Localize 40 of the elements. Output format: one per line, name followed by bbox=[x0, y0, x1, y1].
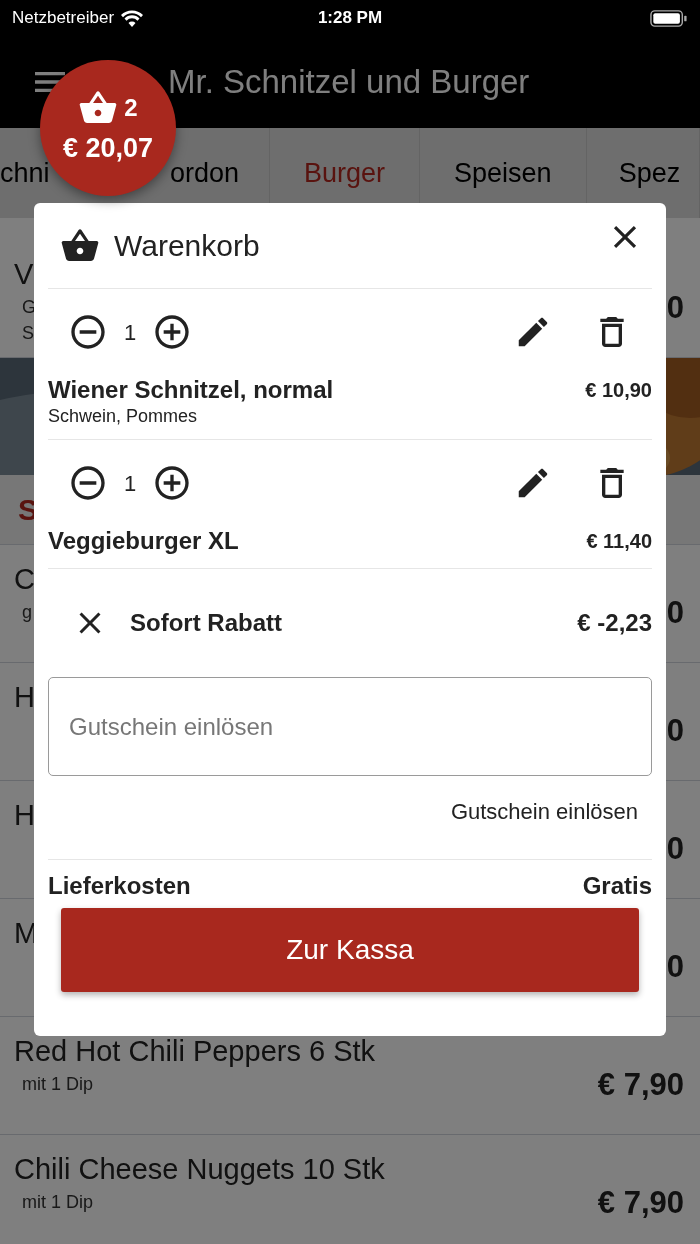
item-count: 2 bbox=[124, 92, 138, 123]
dish-price: € 7,90 bbox=[597, 1184, 684, 1223]
dish-description: S bbox=[21, 321, 35, 345]
dialog-title: Warenkorb bbox=[114, 228, 261, 264]
clock: 1:28 PM bbox=[317, 7, 383, 30]
carrier-name: Netzbetreiber bbox=[12, 7, 115, 30]
item-name: Veggieburger XL bbox=[48, 526, 239, 556]
dish-price: 0 bbox=[666, 712, 684, 751]
wifi-icon bbox=[120, 9, 145, 27]
discount-amount: € -2,23 bbox=[577, 608, 652, 638]
dish-name: H bbox=[14, 797, 35, 833]
dish-description: mit 1 Dip bbox=[21, 1190, 94, 1214]
checkout-button[interactable]: Zur Kassa bbox=[61, 908, 639, 992]
discount-label: Sofort Rabatt bbox=[130, 608, 283, 638]
dish-price: 0 bbox=[666, 948, 684, 987]
dish-description: mit 1 Dip bbox=[21, 1072, 94, 1096]
cart-total: € 20,07 bbox=[62, 131, 154, 165]
dish-name: H bbox=[14, 679, 35, 715]
item-details: Schwein, Pommes bbox=[48, 405, 199, 427]
dish-name: Chili Cheese Nuggets 10 Stk bbox=[14, 1151, 385, 1187]
item-price: € 11,40 bbox=[586, 529, 652, 554]
dish-price: 0 bbox=[666, 830, 684, 869]
dish-price: 0 bbox=[666, 289, 684, 328]
item-name: Wiener Schnitzel, normal bbox=[48, 375, 334, 405]
minus-icon[interactable] bbox=[68, 312, 108, 352]
voucher-field[interactable]: Gutschein einlösen bbox=[48, 677, 652, 776]
dish-price: 0 bbox=[666, 594, 684, 633]
dish-price: € 7,90 bbox=[597, 1066, 684, 1105]
dish-name: C bbox=[14, 561, 35, 597]
battery-icon bbox=[650, 8, 688, 28]
dish-description: g bbox=[21, 600, 33, 624]
delivery-label: Lieferkosten bbox=[48, 871, 191, 901]
delivery-cost: Gratis bbox=[582, 871, 652, 901]
dish-name: Red Hot Chili Peppers 6 Stk bbox=[14, 1033, 376, 1069]
redeem-voucher-link[interactable]: Gutschein einlösen bbox=[450, 795, 638, 828]
quantity: 1 bbox=[124, 469, 137, 498]
minus-icon[interactable] bbox=[68, 463, 108, 503]
item-price: € 10,90 bbox=[585, 378, 652, 403]
dish-name: V bbox=[14, 256, 35, 292]
quantity: 1 bbox=[124, 318, 137, 347]
